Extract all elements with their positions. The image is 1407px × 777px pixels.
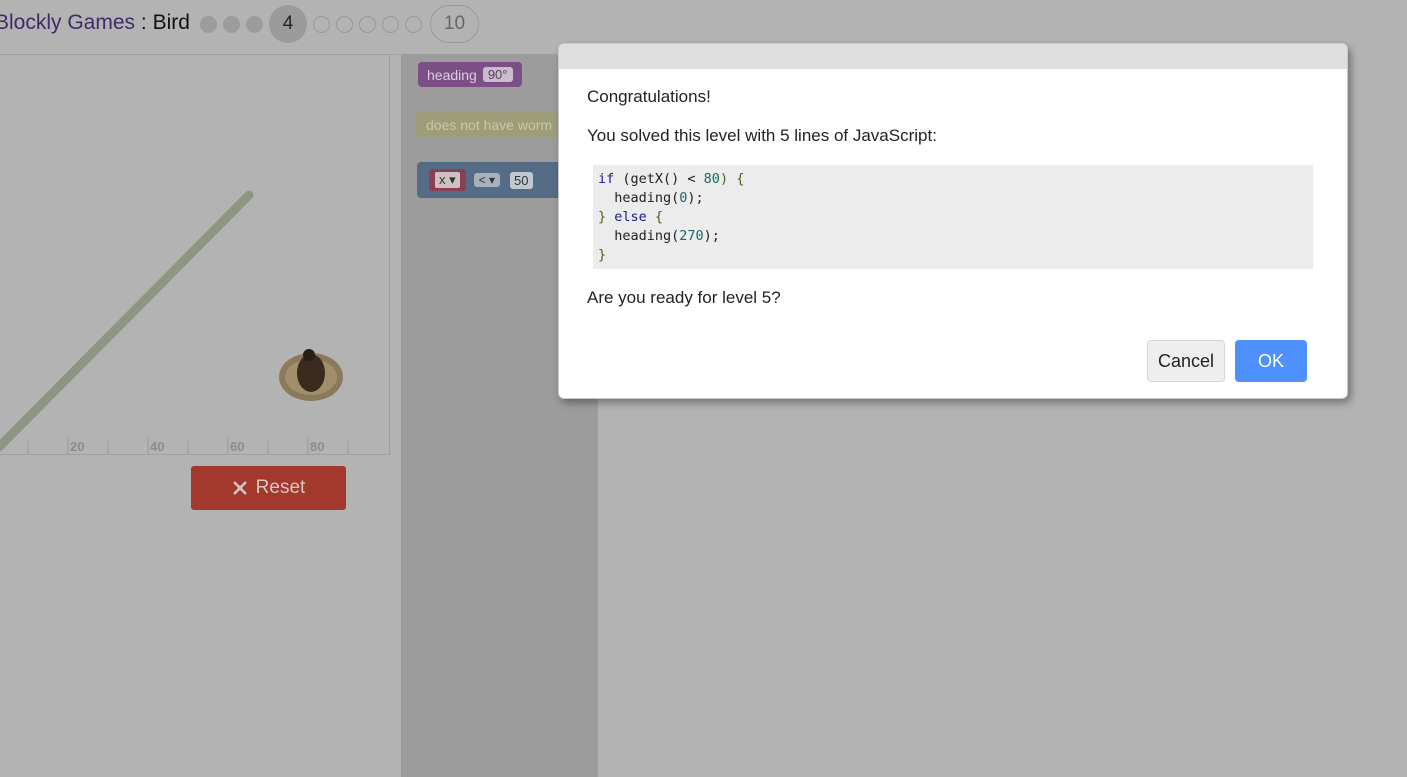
- code-if: if: [598, 171, 615, 187]
- variable-block[interactable]: x ▾: [429, 169, 466, 191]
- compare-value-field[interactable]: 50: [510, 171, 533, 189]
- x-tick-40: 40: [150, 439, 164, 454]
- summary-text: You solved this level with 5 lines of Ja…: [587, 126, 937, 145]
- congrats-text: Congratulations!: [587, 87, 711, 106]
- blockly-games-link[interactable]: Blockly Games: [0, 11, 135, 34]
- heading-angle-field[interactable]: 90°: [482, 67, 513, 82]
- level-5-dot[interactable]: [313, 15, 330, 33]
- code-l1-end: ) {: [719, 171, 745, 187]
- nest-icon: [279, 349, 343, 401]
- chevron-down-icon: ▾: [449, 172, 456, 187]
- code-l1-mid: (getX() <: [614, 171, 704, 187]
- chevron-down-icon: ▾: [489, 173, 496, 187]
- game-visualization: 20 40 60 80: [0, 54, 390, 455]
- reset-label: Reset: [255, 477, 306, 498]
- code-l5: }: [598, 247, 607, 263]
- dialog-title-bar[interactable]: [559, 44, 1347, 69]
- x-tick-20: 20: [70, 439, 84, 454]
- code-l4-end: );: [703, 228, 720, 244]
- current-level-badge: 4: [269, 5, 307, 43]
- last-level-badge[interactable]: 10: [430, 5, 479, 43]
- code-l3-end: {: [646, 209, 664, 225]
- solution-code: if (getX() < 80) { heading(0); } else { …: [593, 165, 1313, 269]
- level-2-dot[interactable]: [223, 15, 240, 33]
- heading-block-label: heading: [427, 66, 477, 83]
- game-name: Bird: [152, 11, 190, 34]
- code-l4-fn: heading(: [598, 228, 680, 244]
- page-title: Blockly Games : Bird: [0, 11, 190, 35]
- x-tick-80: 80: [310, 439, 324, 454]
- level-3-dot[interactable]: [246, 15, 263, 33]
- game-canvas: 20 40 60 80: [0, 190, 349, 454]
- code-l2-fn: heading(: [598, 190, 680, 206]
- code-else: else: [614, 209, 647, 225]
- variable-name: x: [439, 172, 446, 187]
- code-l2-end: );: [687, 190, 704, 206]
- level-8-dot[interactable]: [382, 15, 399, 33]
- no-worm-block-label: does not have worm: [426, 116, 553, 133]
- ready-question: Are you ready for level 5?: [587, 288, 781, 307]
- reset-button[interactable]: Reset: [191, 466, 346, 510]
- heading-block[interactable]: heading 90°: [418, 62, 522, 87]
- ok-button[interactable]: OK: [1235, 340, 1307, 382]
- level-1-dot[interactable]: [200, 15, 217, 33]
- compare-block[interactable]: x ▾ < ▾ 50: [417, 162, 567, 198]
- level-complete-dialog: Congratulations! You solved this level w…: [558, 43, 1348, 399]
- cancel-button[interactable]: Cancel: [1147, 340, 1225, 382]
- level-7-dot[interactable]: [359, 15, 376, 33]
- level-6-dot[interactable]: [336, 15, 353, 33]
- title-separator: :: [135, 11, 153, 34]
- wall-line: [0, 190, 254, 452]
- variable-dropdown[interactable]: x ▾: [435, 172, 460, 188]
- level-selector: 4 10: [200, 5, 485, 43]
- code-l1-num: 80: [703, 171, 720, 187]
- operator-dropdown[interactable]: < ▾: [473, 173, 501, 187]
- level-9-dot[interactable]: [405, 15, 422, 33]
- x-tick-60: 60: [230, 439, 244, 454]
- code-l4-num: 270: [679, 228, 704, 244]
- no-worm-block[interactable]: does not have worm: [416, 112, 566, 137]
- close-icon: [232, 481, 247, 495]
- operator-symbol: <: [478, 173, 486, 187]
- code-l3-open: }: [598, 209, 615, 225]
